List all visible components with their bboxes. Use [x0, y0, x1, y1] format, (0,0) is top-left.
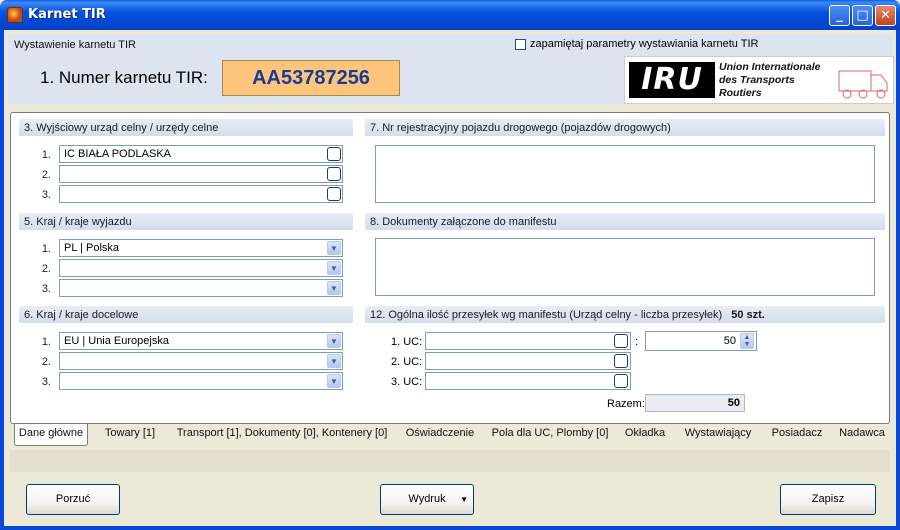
chevron-down-icon[interactable]: ▼ — [327, 334, 341, 348]
tab-bar: Dane główne Towary [1] Transport [1], Do… — [10, 424, 890, 446]
iru-logo: IRU Union Internationale des Transports … — [624, 56, 894, 104]
chevron-down-icon[interactable]: ▼ — [327, 374, 341, 388]
shipments-total-label: 50 szt. — [731, 309, 765, 321]
tab-dane-glowne[interactable]: Dane główne — [14, 424, 88, 446]
tab-wystawiajacy[interactable]: Wystawiający — [680, 424, 756, 444]
customs-office-input-3[interactable] — [59, 185, 343, 203]
status-strip — [10, 450, 890, 472]
app-icon — [7, 7, 23, 23]
exit-row-num-2: 2. — [41, 263, 51, 275]
window-title: Karnet TIR — [28, 7, 106, 22]
uc-lookup-button-3[interactable] — [614, 374, 628, 388]
dest-row-num-1: 1. — [41, 336, 51, 348]
exit-country-select-2[interactable] — [59, 259, 343, 277]
section-documents-header: 8. Dokumenty załączone do manifestu — [365, 213, 885, 230]
porzuc-button[interactable]: Porzuć — [26, 484, 120, 515]
tab-towary[interactable]: Towary [1] — [98, 424, 162, 444]
remember-params-label: zapamiętaj parametry wystawiania karnetu… — [530, 38, 759, 50]
chevron-down-icon[interactable]: ▼ — [327, 261, 341, 275]
window-frame-right — [896, 30, 900, 530]
tab-pola-uc[interactable]: Pola dla UC, Plomby [0] — [490, 424, 610, 444]
exit-country-select-1[interactable]: PL | Polska — [59, 239, 343, 257]
window-frame-bottom — [0, 526, 900, 530]
remember-params-checkbox[interactable] — [515, 38, 526, 50]
tab-nadawca[interactable]: Nadawca — [836, 424, 888, 444]
customs-office-lookup-button-1[interactable] — [327, 147, 341, 161]
shipments-title: 12. Ogólna ilość przesyłek wg manifestu … — [370, 309, 723, 321]
chevron-down-icon[interactable]: ▼ — [327, 354, 341, 368]
header-panel: Wystawienie karnetu TIR zapamiętaj param… — [8, 34, 894, 104]
vehicle-registration-textarea[interactable] — [375, 145, 875, 203]
tab-okladka[interactable]: Okładka — [620, 424, 670, 444]
uc-lookup-button-2[interactable] — [614, 354, 628, 368]
dest-row-num-2: 2. — [41, 356, 51, 368]
uc-label-3: 3. UC: — [391, 376, 423, 388]
customs-row-num-2: 2. — [41, 169, 51, 181]
customs-row-num-3: 3. — [41, 189, 51, 201]
spin-up-icon[interactable]: ▲ — [741, 334, 753, 341]
minimize-button[interactable]: _ — [829, 5, 850, 26]
close-button[interactable]: ✕ — [875, 5, 896, 26]
exit-row-num-1: 1. — [41, 243, 51, 255]
razem-label: Razem: — [607, 398, 645, 410]
tab-posiadacz[interactable]: Posiadacz — [766, 424, 828, 444]
karnet-number-label: 1. Numer karnetu TIR: — [40, 68, 208, 87]
main-panel: 3. Wyjściowy urząd celny / urzędy celne … — [10, 112, 890, 424]
spin-down-icon[interactable]: ▼ — [741, 341, 753, 348]
section-dest-country-header: 6. Kraj / kraje docelowe — [19, 306, 353, 323]
uc-input-2[interactable] — [425, 352, 631, 370]
truck-icon — [838, 70, 888, 99]
customs-office-input-2[interactable] — [59, 165, 343, 183]
app-window: Karnet TIR _ □ ✕ Wystawienie karnetu TIR… — [0, 0, 900, 530]
iru-logo-line2: des Transports — [719, 74, 795, 86]
minimize-icon: _ — [836, 8, 843, 23]
iru-logo-mark: IRU — [629, 62, 715, 98]
customs-office-input-1[interactable]: IC BIAŁA PODLASKA — [59, 145, 343, 163]
wydruk-button-label: Wydruk — [408, 493, 446, 505]
uc-label-1: 1. UC: — [391, 336, 423, 348]
tab-oswiadczenie[interactable]: Oświadczenie — [402, 424, 478, 444]
customs-row-num-1: 1. — [41, 149, 51, 161]
close-icon: ✕ — [880, 8, 891, 23]
section-exit-country-header: 5. Kraj / kraje wyjazdu — [19, 213, 353, 230]
uc-label-2: 2. UC: — [391, 356, 423, 368]
karnet-number-field[interactable]: AA53787256 — [222, 60, 400, 96]
uc-input-3[interactable] — [425, 372, 631, 390]
section-customs-header: 3. Wyjściowy urząd celny / urzędy celne — [19, 119, 353, 136]
maximize-button[interactable]: □ — [852, 5, 873, 26]
wydruk-button[interactable]: Wydruk ▼ — [380, 484, 474, 515]
customs-office-lookup-button-3[interactable] — [327, 187, 341, 201]
section-shipments-header: 12. Ogólna ilość przesyłek wg manifestu … — [365, 306, 885, 323]
dest-row-num-3: 3. — [41, 376, 51, 388]
documents-textarea[interactable] — [375, 238, 875, 296]
dropdown-arrow-icon[interactable]: ▼ — [460, 485, 468, 514]
exit-row-num-3: 3. — [41, 283, 51, 295]
exit-country-select-3[interactable] — [59, 279, 343, 297]
uc-input-1[interactable] — [425, 332, 631, 350]
section-vehicle-header: 7. Nr rejestracyjny pojazdu drogowego (p… — [365, 119, 885, 136]
dest-country-select-1[interactable]: EU | Unia Europejska — [59, 332, 343, 350]
maximize-icon: □ — [856, 8, 869, 23]
count-separator: : — [635, 336, 639, 348]
spinner-arrows-icon[interactable]: ▲ ▼ — [740, 333, 754, 349]
dest-country-select-3[interactable] — [59, 372, 343, 390]
iru-logo-line1: Union Internationale — [719, 61, 821, 73]
zapisz-button[interactable]: Zapisz — [780, 484, 876, 515]
title-bar[interactable]: Karnet TIR _ □ ✕ — [0, 0, 900, 30]
header-section-label: Wystawienie karnetu TIR — [14, 39, 136, 51]
customs-office-lookup-button-2[interactable] — [327, 167, 341, 181]
tab-transport[interactable]: Transport [1], Dokumenty [0], Kontenery … — [174, 424, 390, 444]
razem-total-field: 50 — [645, 394, 745, 412]
chevron-down-icon[interactable]: ▼ — [327, 281, 341, 295]
chevron-down-icon[interactable]: ▼ — [327, 241, 341, 255]
uc-lookup-button-1[interactable] — [614, 334, 628, 348]
client-area: Wystawienie karnetu TIR zapamiętaj param… — [4, 30, 896, 526]
iru-logo-text: Union Internationale des Transports Rout… — [719, 61, 821, 100]
iru-logo-line3: Routiers — [719, 87, 762, 99]
bottom-button-bar: Porzuć Wydruk ▼ Zapisz — [4, 474, 896, 526]
remember-params-option[interactable]: zapamiętaj parametry wystawiania karnetu… — [515, 38, 758, 50]
dest-country-select-2[interactable] — [59, 352, 343, 370]
